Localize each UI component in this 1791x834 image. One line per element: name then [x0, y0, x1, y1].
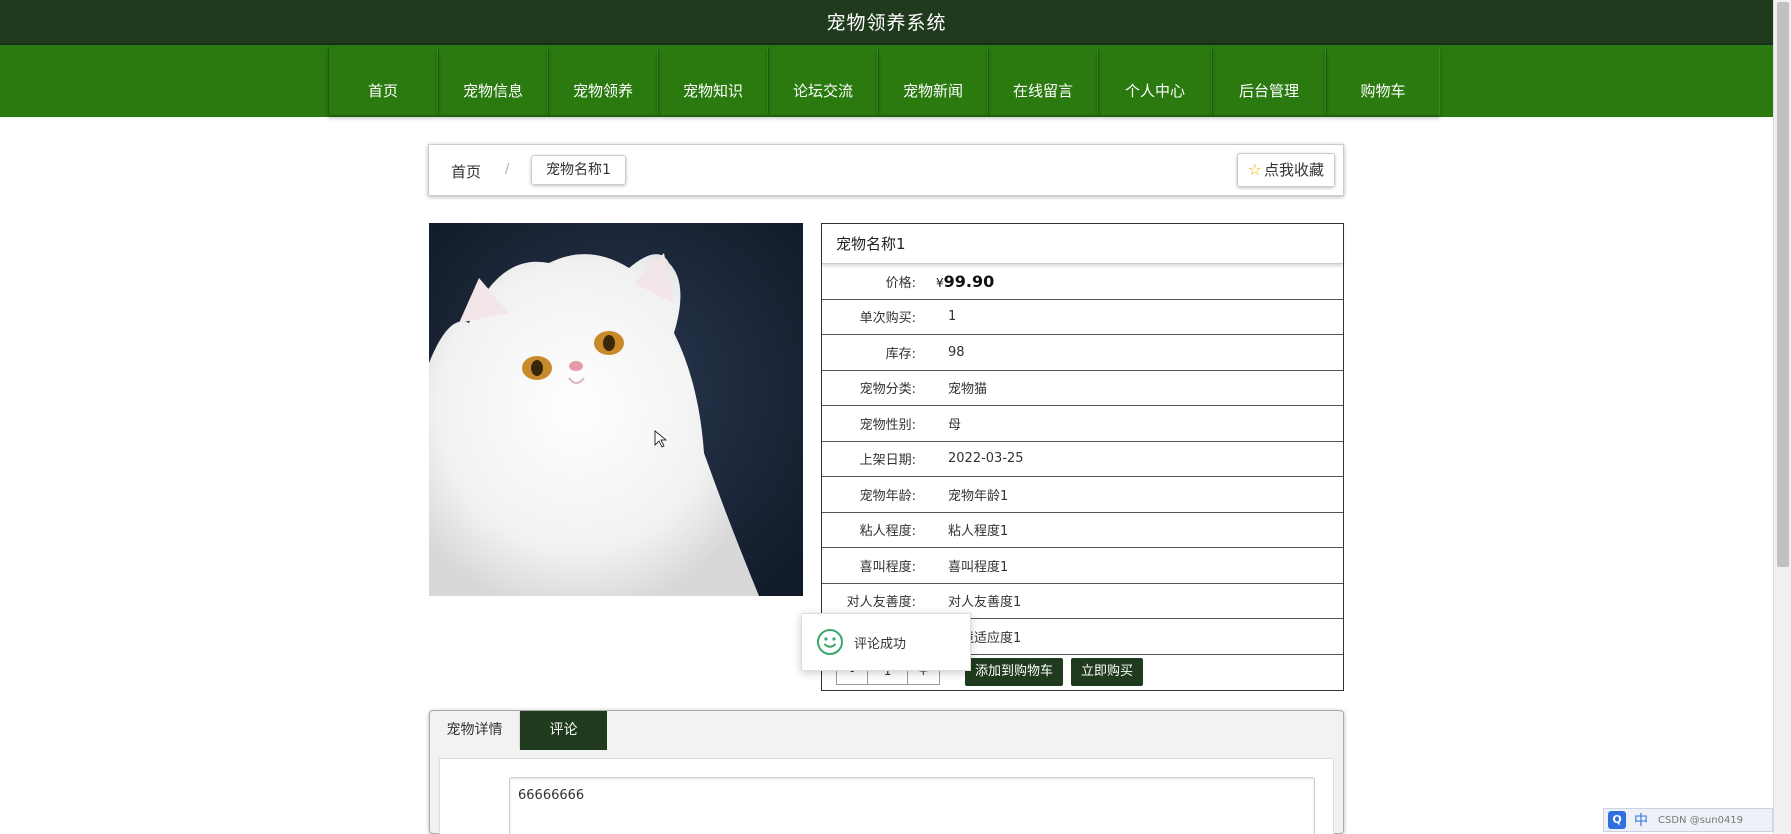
info-value: 对人友善度1 [948, 595, 1022, 611]
price-row: 价格: ¥99.90 [822, 264, 1343, 300]
nav-item-home[interactable]: 首页 [328, 47, 438, 115]
ime-mode-indicator[interactable]: 中 [1634, 810, 1648, 830]
comment-panel: 评论 66666666 [439, 758, 1334, 834]
info-value: 宠物猫 [948, 382, 988, 398]
page-scrollbar[interactable] [1773, 0, 1791, 834]
info-label: 库存: [885, 346, 916, 362]
site-title: 宠物领养系统 [826, 12, 947, 34]
ime-logo-icon: Q [1608, 811, 1626, 829]
nav-item-cart[interactable]: 购物车 [1326, 47, 1440, 115]
main-nav: 首页 宠物信息 宠物领养 宠物知识 论坛交流 宠物新闻 在线留言 个人中心 后台… [0, 45, 1773, 117]
info-value: 母 [948, 417, 962, 433]
favorite-button[interactable]: ☆ 点我收藏 [1236, 153, 1335, 187]
price-label: 价格: [885, 275, 916, 291]
nav-item-forum[interactable]: 论坛交流 [768, 47, 878, 115]
info-row: 上架日期: 2022-03-25 [822, 442, 1343, 477]
info-label: 宠物分类: [859, 382, 916, 398]
info-label: 喜叫程度: [859, 559, 916, 575]
info-row: 宠物性别: 母 [822, 406, 1343, 442]
info-row: 宠物分类: 宠物猫 [822, 371, 1343, 406]
info-row: 喜叫程度: 喜叫程度1 [822, 548, 1343, 584]
info-row: 宠物年龄: 宠物年龄1 [822, 477, 1343, 513]
price-value: ¥99.90 [936, 271, 995, 291]
breadcrumb-home-link[interactable]: 首页 [451, 161, 481, 182]
info-label: 宠物性别: [859, 417, 916, 433]
nav-item-admin[interactable]: 后台管理 [1212, 47, 1326, 115]
breadcrumb: 首页 / 宠物名称1 ☆ 点我收藏 [428, 144, 1344, 196]
info-label: 单次购买: [859, 311, 916, 327]
star-icon: ☆ [1247, 160, 1262, 179]
toast-notification: 评论成功 [801, 613, 971, 671]
info-row: 粘人程度: 粘人程度1 [822, 513, 1343, 548]
nav-item-messages[interactable]: 在线留言 [988, 47, 1098, 115]
buy-now-button[interactable]: 立即购买 [1071, 658, 1144, 686]
info-row: 库存: 98 [822, 335, 1343, 371]
pet-photo [429, 223, 803, 596]
nav-item-pet-news[interactable]: 宠物新闻 [878, 47, 988, 115]
smile-icon [817, 629, 843, 655]
nav-item-pet-adoption[interactable]: 宠物领养 [548, 47, 658, 115]
favorite-label: 点我收藏 [1263, 161, 1324, 179]
tab-pet-details[interactable]: 宠物详情 [430, 711, 520, 750]
nav-item-pet-knowledge[interactable]: 宠物知识 [658, 47, 768, 115]
ime-watermark: CSDN @sun0419 [1658, 814, 1744, 826]
breadcrumb-separator: / [505, 162, 510, 177]
ime-toolbar: Q 中 CSDN @sun0419 [1603, 808, 1773, 832]
breadcrumb-current: 宠物名称1 [531, 155, 626, 185]
comment-textarea[interactable]: 66666666 [509, 777, 1315, 834]
info-value: 粘人程度1 [948, 524, 1009, 540]
info-value: 98 [948, 344, 965, 360]
info-label: 粘人程度: [859, 524, 916, 540]
product-name: 宠物名称1 [822, 224, 1343, 264]
toast-message: 评论成功 [854, 636, 907, 652]
tab-comments[interactable]: 评论 [520, 711, 607, 750]
info-value: 1 [948, 309, 957, 325]
info-label: 对人友善度: [846, 595, 916, 611]
info-value: 2022-03-25 [948, 451, 1024, 467]
top-header: 宠物领养系统 [0, 0, 1773, 45]
info-row: 单次购买: 1 [822, 300, 1343, 335]
nav-item-pet-info[interactable]: 宠物信息 [438, 47, 548, 115]
detail-tabs: 宠物详情 评论 评论 66666666 [429, 710, 1344, 834]
add-to-cart-button[interactable]: 添加到购物车 [965, 658, 1064, 686]
info-value: 喜叫程度1 [948, 559, 1009, 575]
info-label: 宠物年龄: [859, 488, 916, 504]
info-label: 上架日期: [859, 453, 916, 469]
scrollbar-thumb[interactable] [1777, 2, 1789, 567]
nav-item-personal-center[interactable]: 个人中心 [1098, 47, 1212, 115]
info-value: 宠物年龄1 [948, 488, 1009, 504]
